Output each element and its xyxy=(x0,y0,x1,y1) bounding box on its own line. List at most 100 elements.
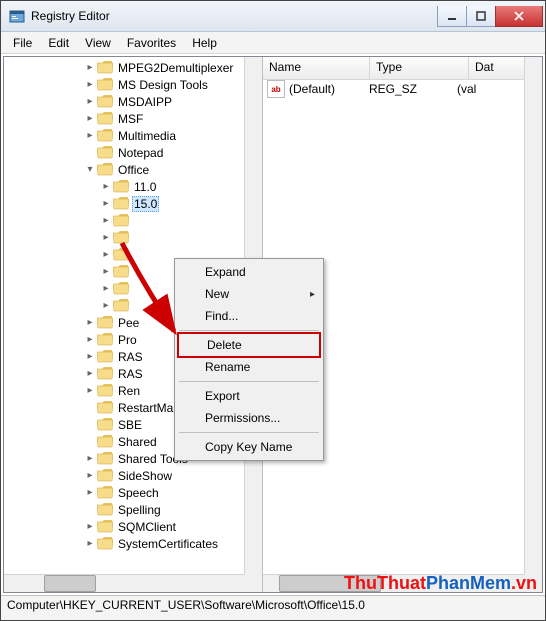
expand-icon[interactable]: ▸ xyxy=(100,215,112,227)
folder-icon xyxy=(97,486,113,499)
expand-icon[interactable]: ▸ xyxy=(100,198,112,210)
tree-item-label: SBE xyxy=(116,418,144,432)
tree-item[interactable]: ▸15.0 xyxy=(4,195,245,212)
expand-icon[interactable]: ▸ xyxy=(84,96,96,108)
tree-item[interactable]: ▸ MSDAIPP xyxy=(4,93,245,110)
scrollbar-corner xyxy=(245,575,262,592)
expand-icon[interactable] xyxy=(84,419,96,431)
context-menu-item[interactable]: Rename xyxy=(177,356,321,378)
expand-icon[interactable]: ▸ xyxy=(100,283,112,295)
expand-icon[interactable] xyxy=(84,402,96,414)
watermark: ThuThuatPhanMem.vn xyxy=(344,573,537,594)
expand-icon[interactable]: ▸ xyxy=(84,62,96,74)
tree-item[interactable]: ▸MS Design Tools xyxy=(4,76,245,93)
value-name: (Default) xyxy=(289,82,369,96)
tree-item-label: Speech xyxy=(116,486,161,500)
scrollbar-thumb[interactable] xyxy=(44,575,96,592)
tree-item-label: MSDAIPP xyxy=(116,95,174,109)
folder-icon xyxy=(97,435,113,448)
maximize-button[interactable] xyxy=(466,6,496,27)
expand-icon[interactable]: ▸ xyxy=(84,334,96,346)
menu-separator xyxy=(179,432,319,433)
minimize-button[interactable] xyxy=(437,6,467,27)
folder-icon xyxy=(97,146,113,159)
expand-icon[interactable]: ▸ xyxy=(84,113,96,125)
statusbar: Computer\HKEY_CURRENT_USER\Software\Micr… xyxy=(1,595,545,620)
folder-icon xyxy=(97,78,113,91)
tree-item[interactable]: ▾ Office xyxy=(4,161,245,178)
tree-item[interactable]: ▸ MPEG2Demultiplexer xyxy=(4,59,245,76)
expand-icon[interactable]: ▸ xyxy=(84,521,96,533)
context-menu-item[interactable]: Export xyxy=(177,385,321,407)
list-scrollbar-vertical[interactable] xyxy=(524,57,542,575)
expand-icon[interactable]: ▸ xyxy=(84,317,96,329)
expand-icon[interactable] xyxy=(84,504,96,516)
expand-icon[interactable]: ▸ xyxy=(84,368,96,380)
context-menu: ExpandNewFind... DeleteRename ExportPermis… xyxy=(174,258,324,461)
col-name[interactable]: Name xyxy=(263,57,370,79)
tree-item[interactable]: Notepad xyxy=(4,144,245,161)
tree-item[interactable]: ▸ Speech xyxy=(4,484,245,501)
context-menu-item[interactable]: Find... xyxy=(177,305,321,327)
menu-view[interactable]: View xyxy=(77,34,119,52)
expand-icon[interactable]: ▸ xyxy=(100,300,112,312)
expand-icon[interactable]: ▸ xyxy=(84,79,96,91)
folder-icon xyxy=(113,180,129,193)
list-header[interactable]: Name Type Dat xyxy=(263,57,542,80)
tree-item-label: MPEG2Demultiplexer xyxy=(116,61,235,75)
context-menu-item[interactable]: Copy Key Name xyxy=(177,436,321,458)
folder-icon xyxy=(97,350,113,363)
menu-favorites[interactable]: Favorites xyxy=(119,34,184,52)
tree-item-label: MSF xyxy=(116,112,145,126)
tree-item[interactable]: ▸SQMClient xyxy=(4,518,245,535)
tree-scrollbar-horizontal[interactable] xyxy=(4,574,245,592)
expand-icon[interactable] xyxy=(84,147,96,159)
folder-icon xyxy=(97,163,113,176)
menu-help[interactable]: Help xyxy=(184,34,225,52)
folder-icon xyxy=(97,316,113,329)
expand-icon[interactable]: ▸ xyxy=(100,266,112,278)
folder-icon xyxy=(97,503,113,516)
expand-icon[interactable]: ▸ xyxy=(84,453,96,465)
expand-icon[interactable]: ▸ xyxy=(100,181,112,193)
expand-icon[interactable] xyxy=(84,436,96,448)
tree-item[interactable]: ▸SystemCertificates xyxy=(4,535,245,552)
tree-item[interactable]: ▸ xyxy=(4,229,245,246)
tree-item[interactable]: ▸ 11.0 xyxy=(4,178,245,195)
highlight-box: Delete xyxy=(177,332,321,358)
folder-icon xyxy=(97,112,113,125)
expand-icon[interactable]: ▸ xyxy=(84,470,96,482)
app-icon xyxy=(9,8,25,24)
expand-icon[interactable]: ▸ xyxy=(100,249,112,261)
context-menu-item[interactable]: Delete xyxy=(179,334,319,356)
expand-icon[interactable]: ▸ xyxy=(100,232,112,244)
tree-item[interactable]: Spelling xyxy=(4,501,245,518)
value-type: REG_SZ xyxy=(369,82,457,96)
expand-icon[interactable]: ▾ xyxy=(84,164,96,176)
close-button[interactable] xyxy=(495,6,543,27)
context-menu-item[interactable]: New xyxy=(177,283,321,305)
tree-item[interactable]: ▸ xyxy=(4,212,245,229)
tree-item-label: 11.0 xyxy=(132,180,158,194)
folder-icon xyxy=(113,248,129,261)
tree-item-label: Pro xyxy=(116,333,139,347)
tree-item[interactable]: ▸SideShow xyxy=(4,467,245,484)
folder-icon xyxy=(97,520,113,533)
context-menu-item[interactable]: Permissions... xyxy=(177,407,321,429)
context-menu-item[interactable]: Expand xyxy=(177,261,321,283)
expand-icon[interactable]: ▸ xyxy=(84,385,96,397)
tree-item[interactable]: ▸ MSF xyxy=(4,110,245,127)
expand-icon[interactable]: ▸ xyxy=(84,351,96,363)
menu-edit[interactable]: Edit xyxy=(40,34,77,52)
tree-item[interactable]: ▸Multimedia xyxy=(4,127,245,144)
menu-file[interactable]: File xyxy=(5,34,40,52)
list-row[interactable]: ab (Default) REG_SZ (val xyxy=(263,80,542,98)
expand-icon[interactable]: ▸ xyxy=(84,538,96,550)
col-type[interactable]: Type xyxy=(370,57,469,79)
expand-icon[interactable]: ▸ xyxy=(84,487,96,499)
tree-item-label: Office xyxy=(116,163,151,177)
tree-item-label: Pee xyxy=(116,316,141,330)
titlebar[interactable]: Registry Editor xyxy=(1,1,545,32)
expand-icon[interactable]: ▸ xyxy=(84,130,96,142)
folder-icon xyxy=(97,367,113,380)
